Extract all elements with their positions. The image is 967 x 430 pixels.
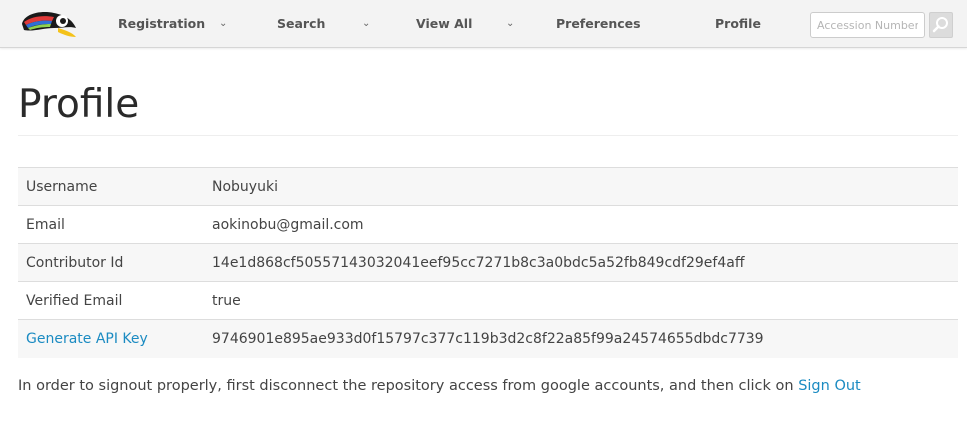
generate-api-key-cell: Generate API Key	[18, 319, 204, 358]
table-row: Verified Email true	[18, 281, 958, 320]
chevron-down-icon[interactable]: ⌄	[362, 0, 370, 47]
search-button[interactable]	[929, 12, 953, 38]
nav-profile[interactable]: Profile	[715, 0, 761, 47]
profile-table: Username Nobuyuki Email aokinobu@gmail.c…	[18, 167, 958, 358]
row-label-email: Email	[18, 205, 204, 244]
row-value-verified-email: true	[204, 281, 958, 320]
nav-preferences[interactable]: Preferences	[556, 0, 641, 47]
sign-out-link[interactable]: Sign Out	[798, 378, 861, 394]
nav-view-all[interactable]: View All	[416, 0, 472, 47]
chevron-down-icon[interactable]: ⌄	[506, 0, 514, 47]
signout-instructions: In order to signout properly, first disc…	[18, 378, 861, 394]
table-row: Username Nobuyuki	[18, 167, 958, 206]
row-value-api-key: 9746901e895ae933d0f15797c377c119b3d2c8f2…	[204, 319, 958, 358]
chevron-down-icon[interactable]: ⌄	[219, 0, 227, 47]
row-label-verified-email: Verified Email	[18, 281, 204, 320]
nav-search[interactable]: Search	[277, 0, 325, 47]
table-row: Contributor Id 14e1d868cf50557143032041e…	[18, 243, 958, 282]
toucan-logo-icon[interactable]	[18, 6, 80, 42]
row-value-contributor-id: 14e1d868cf50557143032041eef95cc7271b8c3a…	[204, 243, 958, 282]
page-title: Profile	[18, 82, 140, 127]
row-label-username: Username	[18, 167, 204, 206]
row-value-email: aokinobu@gmail.com	[204, 205, 958, 244]
row-label-contributor-id: Contributor Id	[18, 243, 204, 282]
table-row: Generate API Key 9746901e895ae933d0f1579…	[18, 319, 958, 358]
signout-instructions-text: In order to signout properly, first disc…	[18, 378, 794, 394]
table-row: Email aokinobu@gmail.com	[18, 205, 958, 244]
accession-number-input[interactable]	[810, 12, 925, 38]
top-navbar: Registration ⌄ Search ⌄ View All ⌄ Prefe…	[0, 0, 967, 48]
title-divider	[18, 135, 958, 136]
search-icon	[932, 17, 948, 33]
generate-api-key-link[interactable]: Generate API Key	[26, 331, 148, 347]
nav-registration[interactable]: Registration	[118, 0, 205, 47]
row-value-username: Nobuyuki	[204, 167, 958, 206]
